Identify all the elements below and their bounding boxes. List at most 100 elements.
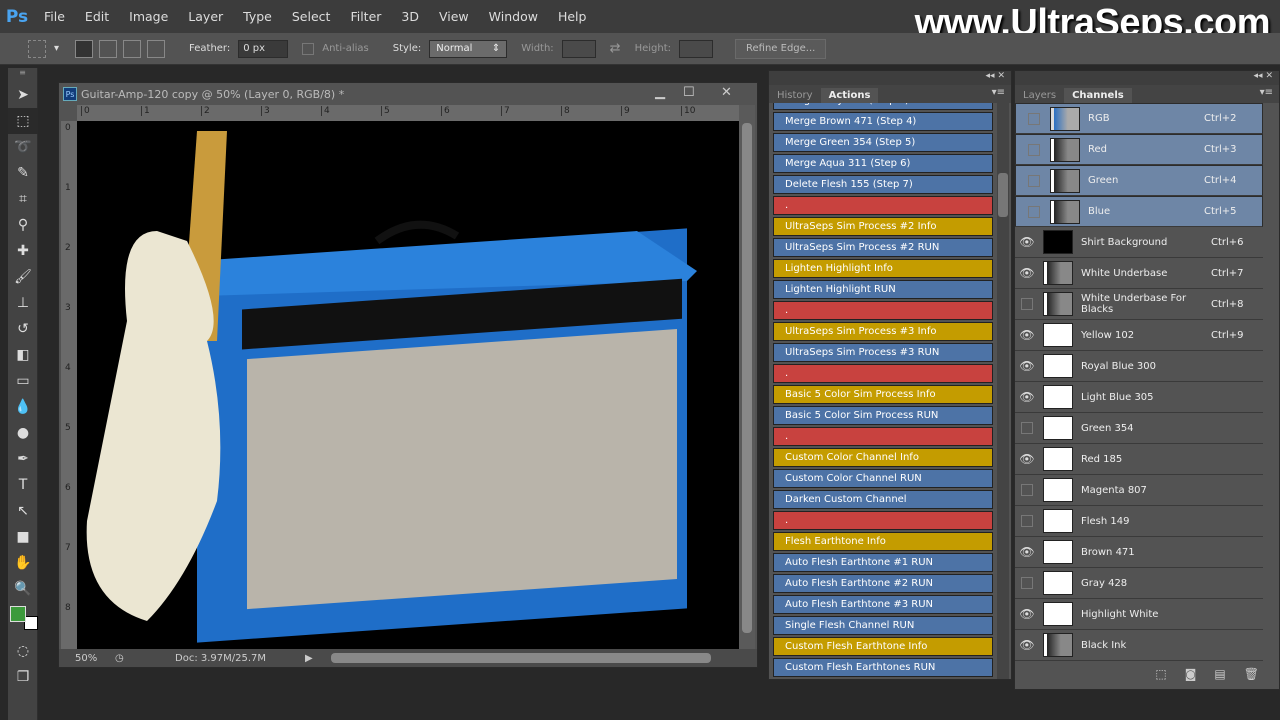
close-panel-icon[interactable]: ✕	[997, 71, 1005, 81]
swap-icon[interactable]: ⇄	[610, 41, 621, 56]
dropdown-arrow-icon[interactable]: ▾	[54, 43, 59, 54]
action-item[interactable]: Custom Flesh Earthtone Info	[773, 637, 993, 656]
menu-filter[interactable]: Filter	[340, 9, 391, 24]
status-menu-arrow-icon[interactable]: ▶	[305, 653, 313, 664]
vertical-scrollbar[interactable]	[739, 105, 755, 649]
menu-select[interactable]: Select	[282, 9, 341, 24]
action-item[interactable]: UltraSeps Sim Process #3 RUN	[773, 343, 993, 362]
channel-row[interactable]: Blue Ctrl+5	[1015, 196, 1263, 227]
channel-row[interactable]: 👁 Yellow 102 Ctrl+9	[1015, 320, 1263, 351]
eye-icon[interactable]: 👁	[1015, 266, 1039, 280]
close-panel-icon[interactable]: ✕	[1265, 71, 1273, 81]
canvas[interactable]	[77, 121, 739, 649]
menu-view[interactable]: View	[429, 9, 479, 24]
visibility-toggle[interactable]	[1021, 422, 1033, 434]
eraser-tool-icon[interactable]: ◧	[8, 342, 38, 368]
panel-menu-icon[interactable]: ▾≡	[1260, 87, 1273, 98]
crop-tool-icon[interactable]: ⌗	[8, 186, 38, 212]
menu-window[interactable]: Window	[479, 9, 548, 24]
channel-row[interactable]: 👁 Royal Blue 300	[1015, 351, 1263, 382]
action-item[interactable]: Basic 5 Color Sim Process RUN	[773, 406, 993, 425]
visibility-toggle[interactable]	[1021, 484, 1033, 496]
action-item[interactable]: Delete Flesh 155 (Step 7)	[773, 175, 993, 194]
maximize-icon[interactable]: ☐	[683, 85, 695, 100]
antialias-checkbox[interactable]	[302, 42, 315, 55]
channel-row[interactable]: RGB Ctrl+2	[1015, 103, 1263, 134]
healing-brush-icon[interactable]: ✚	[8, 238, 38, 264]
action-item[interactable]: .	[773, 364, 993, 383]
close-icon[interactable]: ✕	[721, 85, 732, 100]
menu-layer[interactable]: Layer	[178, 9, 233, 24]
channel-row[interactable]: Green Ctrl+4	[1015, 165, 1263, 196]
add-selection-icon[interactable]	[99, 39, 118, 58]
eyedropper-tool-icon[interactable]: ⚲	[8, 212, 38, 238]
horizontal-scrollbar[interactable]	[330, 653, 711, 663]
new-channel-icon[interactable]: ▤	[1214, 667, 1225, 681]
tab-layers[interactable]: Layers	[1015, 88, 1064, 103]
visibility-toggle[interactable]	[1028, 174, 1040, 187]
channel-row[interactable]: Magenta 807	[1015, 475, 1263, 506]
width-input[interactable]	[561, 39, 596, 58]
panel-menu-icon[interactable]: ▾≡	[992, 87, 1005, 98]
document-tab[interactable]: Ps Guitar-Amp-120 copy @ 50% (Layer 0, R…	[59, 83, 757, 105]
action-item[interactable]: Custom Flesh Earthtones RUN	[773, 658, 993, 677]
pen-tool-icon[interactable]: ✒	[8, 446, 38, 472]
action-item[interactable]: Auto Flesh Earthtone #2 RUN	[773, 574, 993, 593]
eye-icon[interactable]: 👁	[1015, 328, 1039, 342]
quick-select-tool-icon[interactable]: ✎	[8, 160, 38, 186]
action-item[interactable]: Auto Flesh Earthtone #1 RUN	[773, 553, 993, 572]
menu-file[interactable]: File	[34, 9, 75, 24]
menu-edit[interactable]: Edit	[75, 9, 119, 24]
minimize-icon[interactable]: ▁	[655, 85, 665, 100]
foreground-color-swatch[interactable]	[10, 606, 26, 622]
channel-row[interactable]: Gray 428	[1015, 568, 1263, 599]
stamp-tool-icon[interactable]: ⊥	[8, 290, 38, 316]
visibility-toggle[interactable]	[1028, 112, 1040, 125]
action-item[interactable]: Basic 5 Color Sim Process Info	[773, 385, 993, 404]
action-item[interactable]: Lighten Highlight Info	[773, 259, 993, 278]
action-item[interactable]: Single Flesh Channel RUN	[773, 616, 993, 635]
action-item[interactable]: Flesh Earthtone Info	[773, 532, 993, 551]
zoom-level[interactable]: 50%	[75, 653, 115, 664]
visibility-toggle[interactable]	[1021, 577, 1033, 589]
refine-edge-button[interactable]: Refine Edge...	[735, 38, 827, 59]
channel-row[interactable]: 👁 White Underbase Ctrl+7	[1015, 258, 1263, 289]
shape-tool-icon[interactable]: ■	[8, 524, 38, 550]
dodge-tool-icon[interactable]: ●	[8, 420, 38, 446]
quick-mask-icon[interactable]: ◌	[8, 638, 38, 664]
hand-tool-icon[interactable]: ✋	[8, 550, 38, 576]
marquee-tool-icon[interactable]: ⬚	[8, 108, 38, 134]
scroll-thumb[interactable]	[742, 123, 752, 633]
tab-actions[interactable]: Actions	[820, 88, 879, 103]
menu-help[interactable]: Help	[548, 9, 597, 24]
load-selection-icon[interactable]: ⬚	[1155, 667, 1166, 681]
height-input[interactable]	[679, 39, 714, 58]
visibility-toggle[interactable]	[1021, 515, 1033, 527]
grip-icon[interactable]: ≡	[8, 68, 37, 82]
action-item[interactable]: Merge Green 354 (Step 5)	[773, 133, 993, 152]
channel-row[interactable]: White Underbase For Blacks Ctrl+8	[1015, 289, 1263, 320]
trash-icon[interactable]: 🗑	[1244, 667, 1259, 681]
action-item[interactable]: .	[773, 427, 993, 446]
actions-scrollbar[interactable]	[997, 103, 1009, 679]
channel-row[interactable]: 👁 Brown 471	[1015, 537, 1263, 568]
lasso-tool-icon[interactable]: ➰	[8, 134, 38, 160]
action-item[interactable]: Merge Aqua 311 (Step 6)	[773, 154, 993, 173]
screen-mode-icon[interactable]: ❐	[8, 664, 38, 690]
path-select-icon[interactable]: ↖	[8, 498, 38, 524]
eye-icon[interactable]: 👁	[1015, 235, 1039, 249]
channel-row[interactable]: 👁 Light Blue 305	[1015, 382, 1263, 413]
action-item[interactable]: .	[773, 196, 993, 215]
action-item[interactable]: Merge Gray 427 (Step 3)	[773, 103, 993, 110]
eye-icon[interactable]: 👁	[1015, 390, 1039, 404]
action-item[interactable]: Auto Flesh Earthtone #3 RUN	[773, 595, 993, 614]
action-item[interactable]: Custom Color Channel Info	[773, 448, 993, 467]
move-tool-icon[interactable]: ➤	[8, 82, 38, 108]
new-selection-icon[interactable]	[75, 39, 94, 58]
eye-icon[interactable]: 👁	[1015, 638, 1039, 652]
channel-row[interactable]: 👁 Red 185	[1015, 444, 1263, 475]
intersect-selection-icon[interactable]	[147, 39, 166, 58]
visibility-toggle[interactable]	[1021, 298, 1033, 310]
collapse-icon[interactable]: ◂◂	[986, 71, 995, 81]
action-item[interactable]: Lighten Highlight RUN	[773, 280, 993, 299]
